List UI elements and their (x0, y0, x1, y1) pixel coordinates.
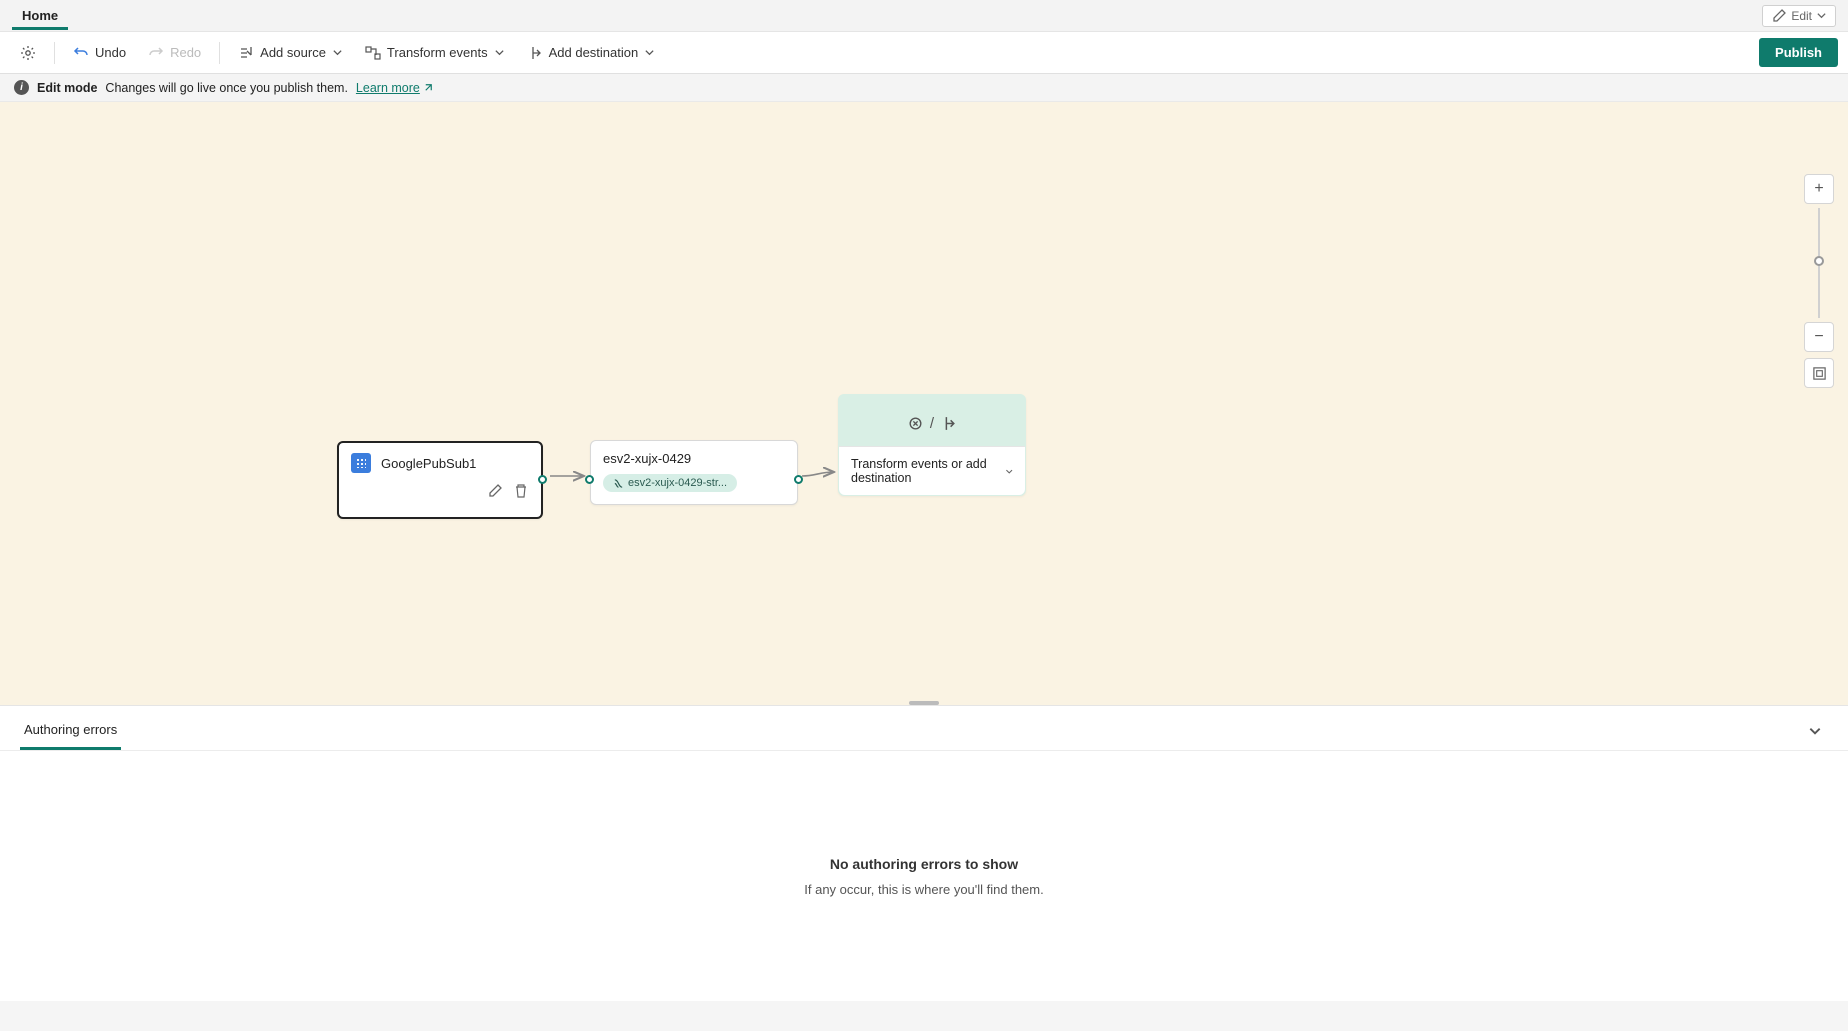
pencil-icon (1771, 8, 1787, 24)
edit-dropdown-label: Edit (1791, 9, 1812, 23)
publish-button[interactable]: Publish (1759, 38, 1838, 67)
source-node-title: GooglePubSub1 (381, 456, 476, 471)
edit-mode-label: Edit mode (37, 81, 97, 95)
redo-button: Redo (138, 39, 211, 67)
collapse-panel-button[interactable] (1802, 718, 1828, 747)
edit-mode-message: Changes will go live once you publish th… (105, 81, 348, 95)
chevron-down-icon (644, 47, 655, 58)
add-source-button[interactable]: Add source (228, 39, 353, 67)
add-node-placeholder[interactable]: / Transform events or add destination (838, 394, 1026, 496)
undo-label: Undo (95, 45, 126, 60)
destination-icon (940, 415, 957, 432)
learn-more-link[interactable]: Learn more (356, 81, 434, 95)
chevron-down-icon (1816, 10, 1827, 21)
redo-icon (148, 45, 164, 61)
zoom-slider[interactable] (1818, 208, 1820, 318)
info-bar: i Edit mode Changes will go live once yo… (0, 74, 1848, 102)
add-node-label: Transform events or add destination (851, 457, 1005, 485)
input-port[interactable] (585, 475, 594, 484)
edit-node-button[interactable] (487, 483, 503, 502)
settings-button[interactable] (10, 39, 46, 67)
stream-node[interactable]: esv2-xujx-0429 esv2-xujx-0429-str... (590, 440, 798, 505)
panel-tab-errors[interactable]: Authoring errors (20, 714, 121, 750)
output-port[interactable] (794, 475, 803, 484)
zoom-thumb[interactable] (1814, 256, 1824, 266)
empty-state-subtitle: If any occur, this is where you'll find … (804, 882, 1043, 897)
gear-icon (20, 45, 36, 61)
fit-screen-icon (1812, 366, 1827, 381)
transform-icon (365, 45, 381, 61)
bottom-panel: Authoring errors No authoring errors to … (0, 705, 1848, 1001)
chevron-down-icon (1808, 724, 1822, 738)
stream-icon (613, 478, 624, 489)
output-port[interactable] (538, 475, 547, 484)
add-destination-icon (527, 45, 543, 61)
tab-home[interactable]: Home (12, 2, 68, 30)
undo-button[interactable]: Undo (63, 39, 136, 67)
trash-icon (513, 483, 529, 499)
chevron-down-icon (494, 47, 505, 58)
canvas[interactable]: GooglePubSub1 esv2-xujx-0429 esv2-xujx-0… (0, 102, 1848, 705)
zoom-controls: + − (1804, 174, 1834, 388)
add-source-label: Add source (260, 45, 326, 60)
add-source-icon (238, 45, 254, 61)
zoom-in-button[interactable]: + (1804, 174, 1834, 204)
empty-state-title: No authoring errors to show (830, 856, 1018, 872)
add-destination-button[interactable]: Add destination (517, 39, 666, 67)
edit-dropdown[interactable]: Edit (1762, 5, 1836, 27)
pencil-icon (487, 483, 503, 499)
transform-label: Transform events (387, 45, 488, 60)
zoom-fit-button[interactable] (1804, 358, 1834, 388)
undo-icon (73, 45, 89, 61)
redo-label: Redo (170, 45, 201, 60)
zoom-out-button[interactable]: − (1804, 322, 1834, 352)
transform-events-button[interactable]: Transform events (355, 39, 515, 67)
toolbar: Undo Redo Add source Transform events Ad… (0, 32, 1848, 74)
google-pubsub-icon (351, 453, 371, 473)
panel-resize-handle[interactable] (909, 701, 939, 705)
stream-node-title: esv2-xujx-0429 (603, 451, 785, 466)
chevron-down-icon (1005, 466, 1013, 477)
transform-icon (907, 415, 924, 432)
add-destination-label: Add destination (549, 45, 639, 60)
stream-chip[interactable]: esv2-xujx-0429-str... (603, 474, 737, 492)
source-node[interactable]: GooglePubSub1 (337, 441, 543, 519)
delete-node-button[interactable] (513, 483, 529, 502)
top-tabs: Home Edit (0, 0, 1848, 32)
external-link-icon (423, 82, 434, 93)
chevron-down-icon (332, 47, 343, 58)
info-icon: i (14, 80, 29, 95)
